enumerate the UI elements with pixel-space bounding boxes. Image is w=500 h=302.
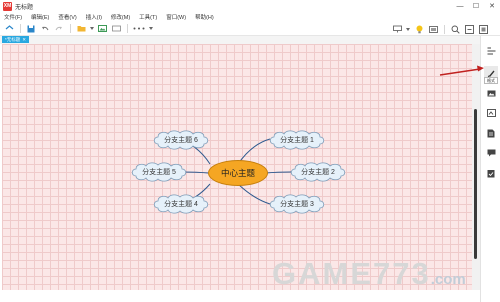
branch-topic-2[interactable]: 分支主题 2 bbox=[289, 162, 347, 182]
menu-edit[interactable]: 编辑(E) bbox=[31, 13, 49, 21]
more-icon[interactable] bbox=[133, 24, 145, 34]
app-logo: XM bbox=[3, 1, 12, 11]
branch-topic-3[interactable]: 分支主题 3 bbox=[268, 194, 326, 214]
tab-bar: *无标题 ✕ bbox=[0, 36, 480, 44]
side-panel bbox=[480, 36, 500, 302]
branch-topic-label: 分支主题 3 bbox=[280, 201, 314, 208]
menu-insert[interactable]: 插入(I) bbox=[86, 13, 102, 21]
toolbar-divider bbox=[444, 24, 445, 34]
mindmap-canvas[interactable]: 中心主题 分支主题 6 分支主题 5 分支主题 4 分支主题 1 分支主题 2 … bbox=[2, 44, 472, 290]
toolbar-divider bbox=[127, 24, 128, 33]
central-topic-label: 中心主题 bbox=[220, 168, 255, 178]
title-bar: XM 无标题 — ☐ ✕ bbox=[0, 0, 500, 12]
outline-icon[interactable] bbox=[484, 44, 498, 58]
menu-tools[interactable]: 工具(T) bbox=[139, 13, 157, 21]
menu-window[interactable]: 窗口(W) bbox=[166, 13, 186, 21]
toolbar-right bbox=[392, 24, 492, 34]
menu-modify[interactable]: 修改(M) bbox=[111, 13, 130, 21]
tab-label: *无标题 bbox=[5, 37, 21, 42]
dropdown-icon[interactable] bbox=[90, 24, 94, 34]
menu-view[interactable]: 查看(V) bbox=[58, 13, 76, 21]
comment-icon[interactable] bbox=[484, 146, 498, 160]
branch-topic-label: 分支主题 2 bbox=[301, 169, 335, 176]
maximize-button[interactable]: ☐ bbox=[468, 0, 484, 12]
image-icon[interactable] bbox=[484, 86, 498, 100]
close-button[interactable]: ✕ bbox=[484, 0, 500, 12]
window-controls: — ☐ ✕ bbox=[452, 0, 500, 12]
task-icon[interactable] bbox=[484, 166, 498, 180]
menu-help[interactable]: 帮助(H) bbox=[195, 13, 214, 21]
branch-topic-6[interactable]: 分支主题 6 bbox=[152, 130, 210, 150]
watermark: GAME773.com bbox=[272, 256, 466, 292]
toolbar-divider bbox=[20, 24, 21, 33]
shape-icon[interactable] bbox=[111, 24, 121, 34]
watermark-suffix: .com bbox=[430, 271, 466, 288]
folder-icon[interactable] bbox=[76, 24, 86, 34]
branch-topic-5[interactable]: 分支主题 5 bbox=[130, 162, 188, 182]
present-icon[interactable] bbox=[428, 24, 438, 34]
dropdown-icon[interactable] bbox=[406, 24, 410, 34]
redo-icon[interactable] bbox=[54, 24, 64, 34]
home-icon[interactable] bbox=[4, 24, 14, 34]
window-title: 无标题 bbox=[15, 4, 34, 11]
fit-icon[interactable] bbox=[478, 24, 488, 34]
toolbar-divider bbox=[70, 24, 71, 33]
dropdown-icon[interactable] bbox=[149, 24, 153, 34]
note-icon[interactable] bbox=[484, 126, 498, 140]
vertical-scrollbar[interactable] bbox=[472, 44, 480, 290]
tab-close-icon[interactable]: ✕ bbox=[22, 36, 26, 43]
image-icon[interactable] bbox=[97, 24, 107, 34]
save-icon[interactable] bbox=[26, 24, 36, 34]
branch-topic-4[interactable]: 分支主题 4 bbox=[152, 194, 210, 214]
zoom-in-icon[interactable] bbox=[450, 24, 460, 34]
format-tooltip: 格式 bbox=[484, 77, 498, 84]
export-icon[interactable] bbox=[392, 24, 402, 34]
branch-topic-label: 分支主题 1 bbox=[280, 137, 314, 144]
branch-topic-label: 分支主题 4 bbox=[164, 201, 198, 208]
central-topic[interactable]: 中心主题 bbox=[208, 160, 268, 186]
branch-topic-1[interactable]: 分支主题 1 bbox=[268, 130, 326, 150]
tab-untitled[interactable]: *无标题 ✕ bbox=[2, 36, 30, 43]
branch-topic-label: 分支主题 6 bbox=[164, 137, 198, 144]
watermark-main: GAME773 bbox=[272, 256, 431, 291]
zoom-out-icon[interactable] bbox=[464, 24, 474, 34]
branch-topic-label: 分支主题 5 bbox=[142, 169, 176, 176]
undo-icon[interactable] bbox=[40, 24, 50, 34]
menu-file[interactable]: 文件(F) bbox=[4, 13, 22, 21]
minimize-button[interactable]: — bbox=[452, 0, 468, 12]
scrollbar-thumb[interactable] bbox=[474, 109, 477, 259]
idea-icon[interactable] bbox=[414, 24, 424, 34]
icon-library-icon[interactable] bbox=[484, 106, 498, 120]
toolbar bbox=[0, 22, 500, 36]
menu-bar: 文件(F) 编辑(E) 查看(V) 插入(I) 修改(M) 工具(T) 窗口(W… bbox=[0, 12, 500, 22]
